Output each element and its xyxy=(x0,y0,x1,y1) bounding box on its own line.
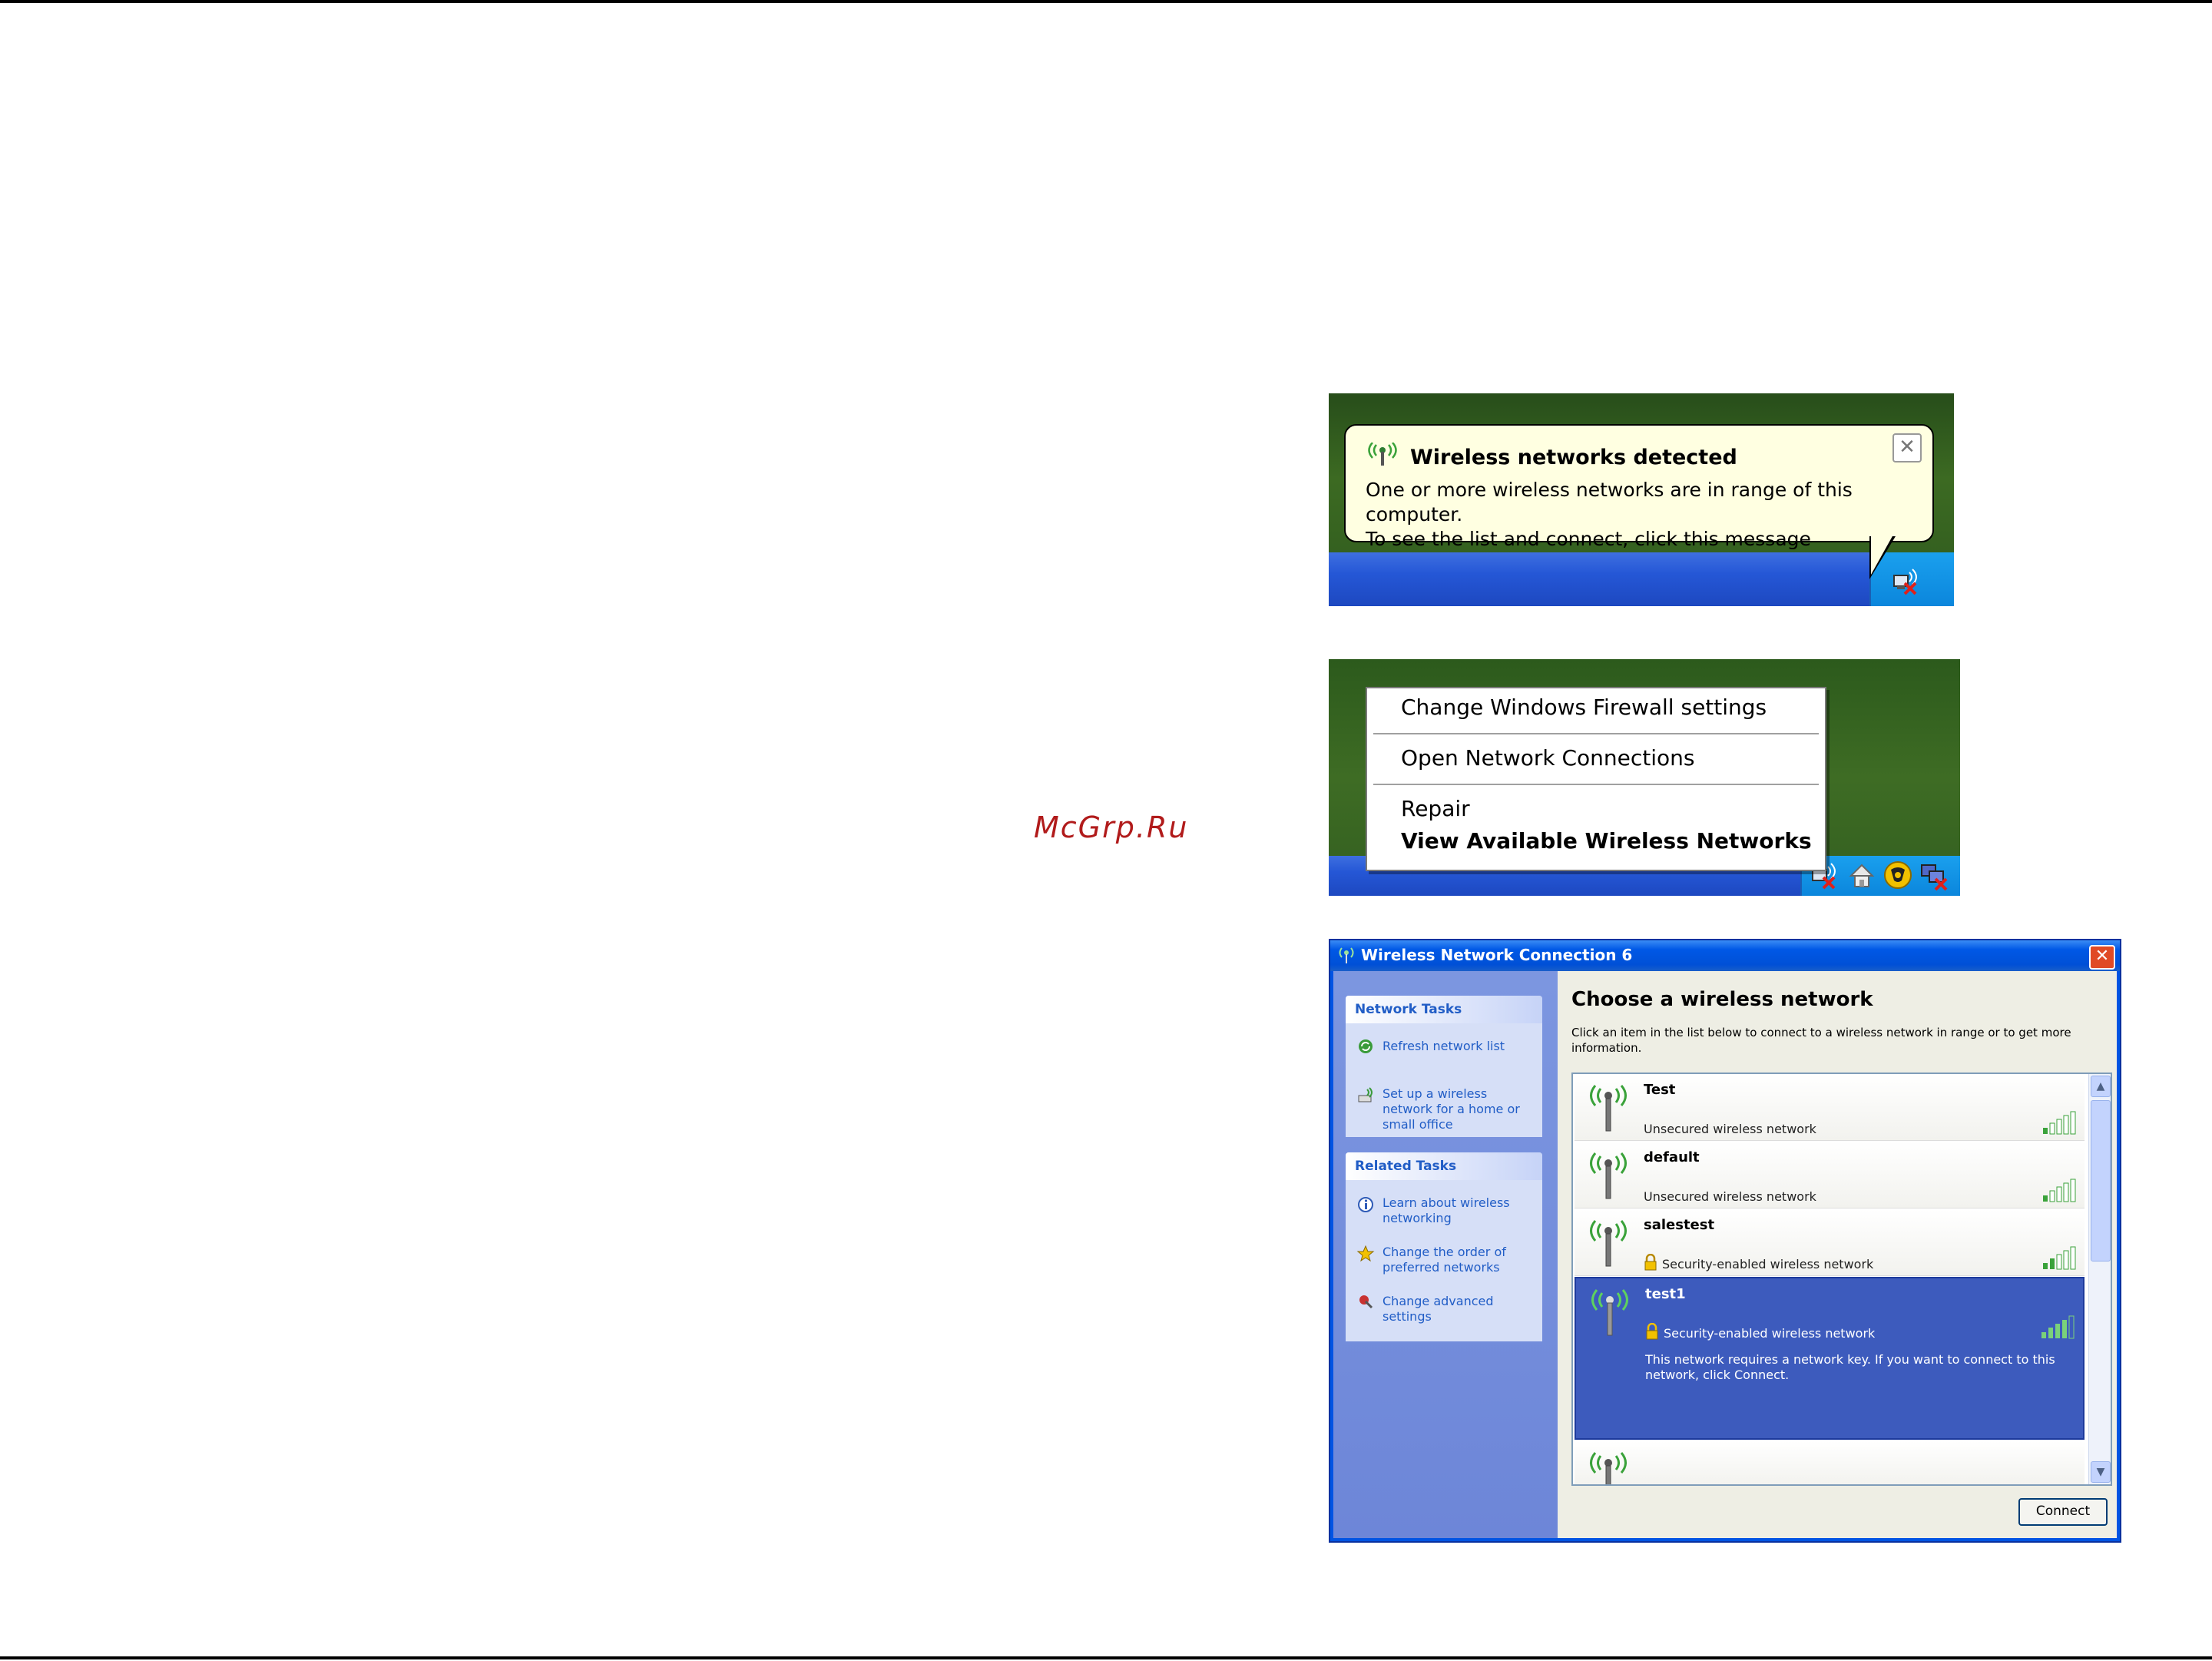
setup-wireless-icon xyxy=(1358,1087,1373,1102)
lock-icon xyxy=(1646,1323,1658,1340)
wireless-antenna-icon xyxy=(1590,1152,1627,1199)
balloon-message: One or more wireless networks are in ran… xyxy=(1366,478,1932,552)
balloon-line-1: One or more wireless networks are in ran… xyxy=(1366,479,1853,525)
scroll-thumb[interactable] xyxy=(2091,1100,2111,1261)
network-row-default[interactable]: default Unsecured wireless network xyxy=(1575,1142,2085,1208)
wireless-antenna-icon xyxy=(1591,1289,1628,1336)
related-tasks-panel: Related Tasks Learn about wireless netwo… xyxy=(1346,1152,1542,1341)
change-advanced-settings-link[interactable]: Change advanced settings xyxy=(1382,1294,1536,1324)
network-row-test[interactable]: Test Unsecured wireless network xyxy=(1575,1074,2085,1141)
bottom-rule xyxy=(0,1656,2212,1659)
network-tasks-header: Network Tasks xyxy=(1346,996,1542,1023)
related-tasks-header: Related Tasks xyxy=(1346,1152,1542,1180)
close-button[interactable]: ✕ xyxy=(2089,945,2115,970)
balloon-screenshot: Wireless networks detected One or more w… xyxy=(1329,393,1954,606)
setup-wireless-network-link[interactable]: Set up a wireless network for a home or … xyxy=(1382,1086,1536,1132)
menu-item-view-wireless-networks[interactable]: View Available Wireless Networks xyxy=(1401,828,1812,854)
network-description: This network requires a network key. If … xyxy=(1645,1352,2055,1382)
wireless-network-icon xyxy=(1368,443,1397,466)
network-row-partial[interactable] xyxy=(1575,1441,2085,1484)
dialog-title: Wireless Network Connection 6 xyxy=(1361,946,1633,964)
top-rule xyxy=(0,0,2212,3)
close-icon[interactable]: ✕ xyxy=(1892,433,1922,462)
refresh-icon xyxy=(1359,1039,1373,1053)
network-name: test1 xyxy=(1645,1286,1686,1302)
balloon-title: Wireless networks detected xyxy=(1410,446,1737,469)
wireless-network-dialog: Wireless Network Connection 6 ✕ Network … xyxy=(1329,939,2121,1543)
network-tasks-panel: Network Tasks Refresh network list Set u… xyxy=(1346,996,1542,1137)
network-security: Unsecured wireless network xyxy=(1644,1122,1816,1136)
network-security: Unsecured wireless network xyxy=(1644,1189,1816,1204)
balloon-line-2: To see the list and connect, click this … xyxy=(1366,528,1811,550)
refresh-network-list-link[interactable]: Refresh network list xyxy=(1382,1039,1536,1054)
wireless-antenna-icon xyxy=(1590,1085,1627,1132)
network-list: Test Unsecured wireless network default xyxy=(1571,1073,2112,1486)
network-disconnected-icon[interactable] xyxy=(1919,860,1952,891)
network-name: Test xyxy=(1644,1082,1676,1098)
info-icon xyxy=(1358,1197,1373,1212)
advanced-settings-icon xyxy=(1359,1295,1373,1309)
menu-item-open-network-connections[interactable]: Open Network Connections xyxy=(1401,745,1695,771)
menu-separator xyxy=(1373,733,1819,734)
network-list-scrollbar[interactable]: ▲ ▼ xyxy=(2088,1074,2111,1484)
intro-text: Click an item in the list below to conne… xyxy=(1571,1026,2071,1055)
notification-balloon[interactable]: Wireless networks detected One or more w… xyxy=(1344,424,1934,550)
network-security: Security-enabled wireless network xyxy=(1664,1326,1876,1341)
security-alert-icon[interactable] xyxy=(1882,859,1914,891)
watermark: McGrp.Ru xyxy=(1034,811,1189,844)
network-name: salestest xyxy=(1644,1217,1715,1233)
menu-separator xyxy=(1373,784,1819,785)
menu-item-repair[interactable]: Repair xyxy=(1401,796,1470,821)
page-title: Choose a wireless network xyxy=(1571,988,1873,1011)
scroll-down-icon[interactable]: ▼ xyxy=(2091,1461,2111,1483)
lock-icon xyxy=(1644,1254,1657,1271)
context-menu-screenshot: Change Windows Firewall settings Open Ne… xyxy=(1329,659,1960,896)
network-row-test1-selected[interactable]: test1 Security-enabled wireless network … xyxy=(1575,1277,2085,1440)
learn-about-wireless-link[interactable]: Learn about wireless networking xyxy=(1382,1195,1536,1226)
network-name: default xyxy=(1644,1149,1700,1165)
network-security: Security-enabled wireless network xyxy=(1662,1257,1874,1271)
wireless-network-icon xyxy=(1339,947,1354,963)
signal-strength-icon xyxy=(2043,1246,2076,1270)
dialog-titlebar: Wireless Network Connection 6 ✕ xyxy=(1330,940,2120,971)
balloon-tail-fill xyxy=(1871,535,1893,575)
taskbar xyxy=(1329,552,1954,606)
signal-strength-icon xyxy=(2043,1111,2076,1135)
scroll-up-icon[interactable]: ▲ xyxy=(2091,1076,2111,1097)
star-icon xyxy=(1356,1245,1375,1262)
dialog-content: Choose a wireless network Click an item … xyxy=(1558,971,2117,1538)
wireless-antenna-icon xyxy=(1590,1452,1627,1484)
network-row-salestest[interactable]: salestest Security-enabled wireless netw… xyxy=(1575,1209,2085,1276)
signal-strength-icon xyxy=(2043,1179,2076,1202)
tray-context-menu: Change Windows Firewall settings Open Ne… xyxy=(1366,687,1826,871)
home-network-icon[interactable] xyxy=(1846,860,1877,891)
change-preferred-order-link[interactable]: Change the order of preferred networks xyxy=(1382,1245,1536,1275)
task-sidebar: Network Tasks Refresh network list Set u… xyxy=(1333,971,1558,1538)
signal-strength-icon xyxy=(2041,1315,2075,1339)
menu-item-firewall-settings[interactable]: Change Windows Firewall settings xyxy=(1401,695,1767,720)
wireless-antenna-icon xyxy=(1590,1220,1627,1267)
connect-button[interactable]: Connect xyxy=(2018,1498,2108,1526)
